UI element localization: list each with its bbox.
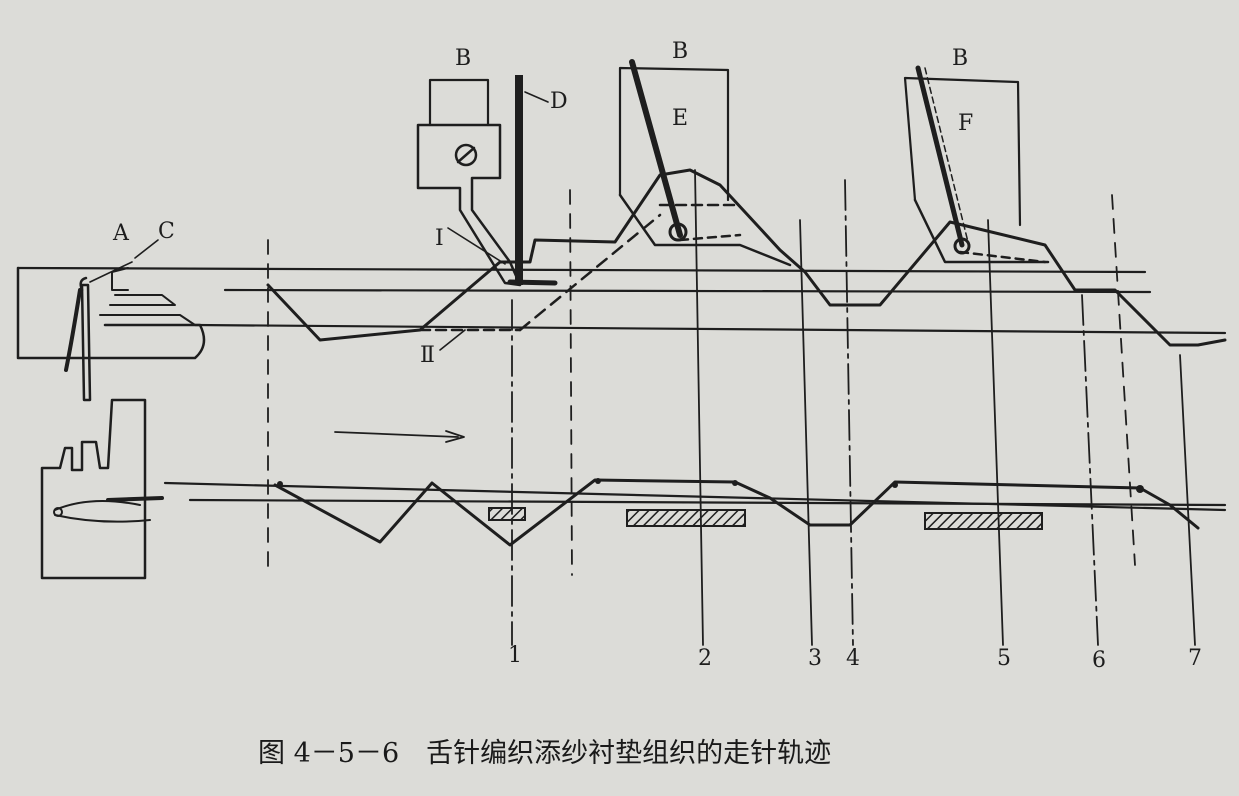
knife-D — [515, 75, 523, 285]
label-B1: B — [455, 46, 471, 71]
label-II: Ⅱ — [420, 343, 435, 368]
position-2: 2 — [698, 646, 712, 671]
needle-track-diagram: A C B B B D E F I Ⅱ 1 2 3 4 5 6 7 图 4－5－… — [0, 0, 1239, 796]
track-knot — [595, 478, 601, 484]
track-knot — [892, 482, 898, 488]
figure-caption: 图 4－5－6 舌针编织添纱衬垫组织的走针轨迹 — [258, 738, 831, 769]
hatched-bar-2 — [626, 509, 746, 527]
label-F: F — [958, 111, 973, 136]
position-7: 7 — [1188, 646, 1202, 671]
hatched-bar-1 — [488, 507, 526, 521]
track-knot — [1136, 485, 1144, 493]
label-E: E — [672, 106, 688, 131]
track-knot — [732, 480, 738, 486]
label-C: C — [158, 219, 175, 244]
position-1: 1 — [508, 643, 522, 668]
position-6: 6 — [1092, 648, 1106, 673]
hatched-bar-3 — [924, 512, 1043, 530]
position-5: 5 — [997, 646, 1011, 671]
track-knot — [277, 481, 283, 487]
label-I: I — [435, 226, 444, 251]
position-4: 4 — [846, 646, 860, 671]
label-D: D — [550, 89, 568, 114]
sinker-bar — [106, 496, 164, 502]
position-3: 3 — [808, 646, 822, 671]
label-B3: B — [952, 46, 968, 71]
knife-base — [507, 279, 558, 286]
label-A: A — [112, 221, 130, 246]
label-B2: B — [672, 39, 688, 64]
